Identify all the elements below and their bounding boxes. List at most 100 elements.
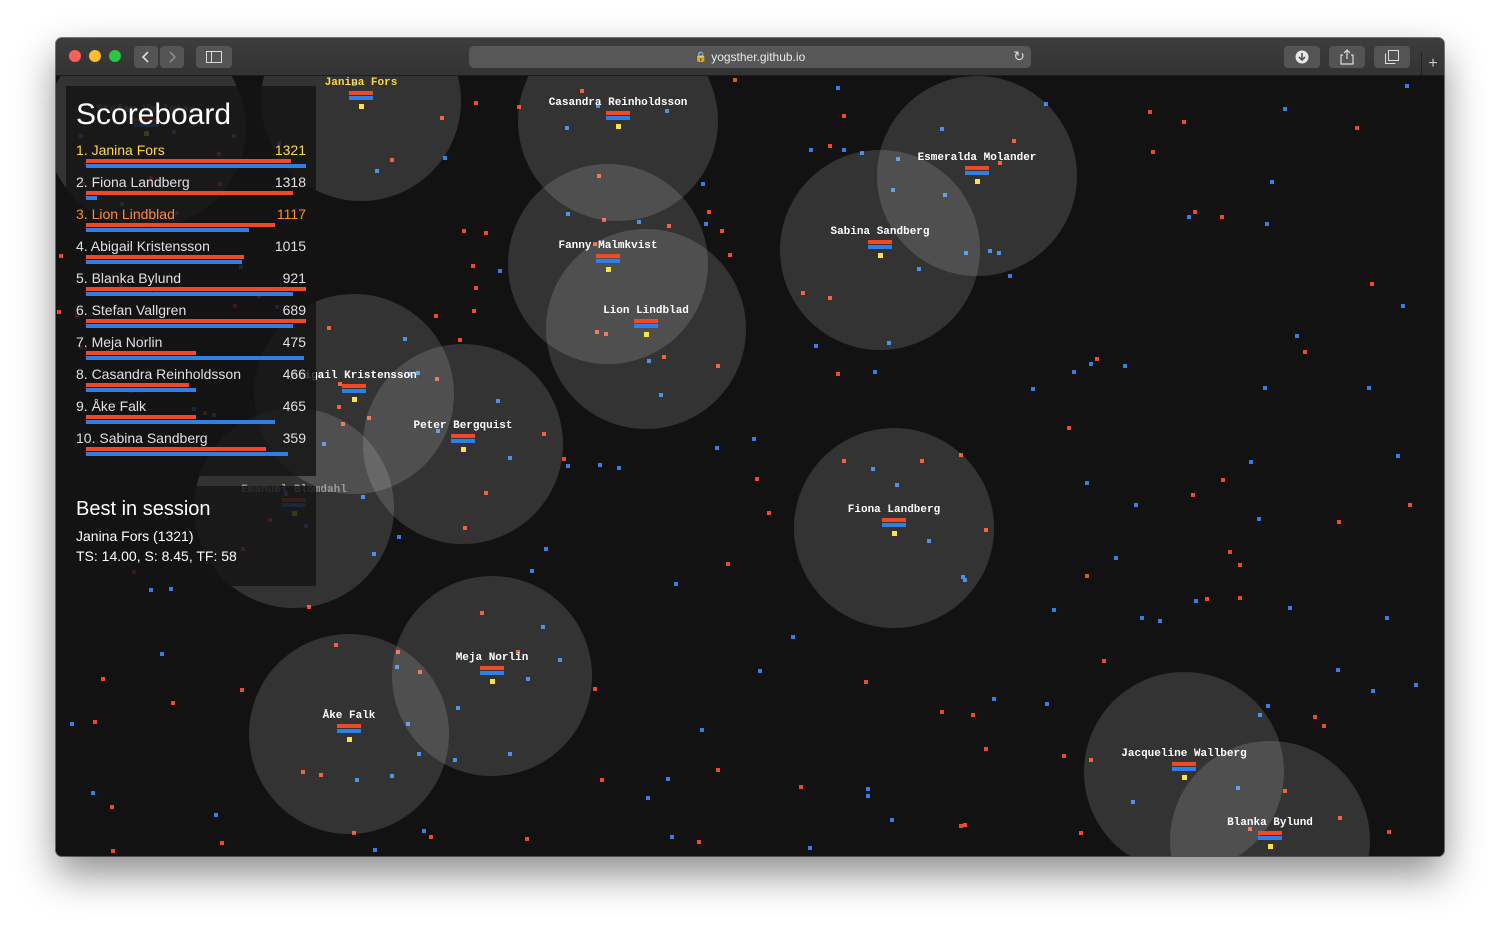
food-speck xyxy=(726,562,730,566)
food-speck xyxy=(716,768,720,772)
minimize-window-button[interactable] xyxy=(89,50,101,62)
food-speck xyxy=(1405,84,1409,88)
tabs-button[interactable] xyxy=(1374,46,1410,68)
food-speck xyxy=(149,588,153,592)
food-speck xyxy=(697,840,701,844)
score-bar-blue xyxy=(86,324,293,328)
food-speck xyxy=(1194,599,1198,603)
food-speck xyxy=(1158,619,1162,623)
share-button[interactable] xyxy=(1329,46,1365,68)
food-speck xyxy=(666,777,670,781)
scoreboard-player-score: 465 xyxy=(282,398,306,414)
sidebar-icon xyxy=(206,51,222,63)
food-speck xyxy=(617,466,621,470)
food-speck xyxy=(701,182,705,186)
lock-icon: 🔒 xyxy=(694,51,708,63)
food-speck xyxy=(544,547,548,551)
food-speck xyxy=(472,309,476,313)
score-bar-blue xyxy=(86,420,275,424)
scoreboard-player-name: 8. Casandra Reinholdsson xyxy=(76,366,241,382)
food-speck xyxy=(1008,274,1012,278)
forward-arrow-icon xyxy=(169,51,177,63)
food-speck xyxy=(755,477,759,481)
food-speck xyxy=(1102,659,1106,663)
food-speck xyxy=(707,210,711,214)
food-speck xyxy=(1414,683,1418,687)
download-button[interactable] xyxy=(1284,46,1320,68)
food-speck xyxy=(214,813,218,817)
scoreboard-player-name: 4. Abigail Kristensson xyxy=(76,238,210,254)
food-speck xyxy=(1396,454,1400,458)
food-speck xyxy=(842,114,846,118)
session-best-stats: TS: 14.00, S: 8.45, TF: 58 xyxy=(76,548,237,564)
score-bar-blue xyxy=(86,388,196,392)
food-speck xyxy=(1387,830,1391,834)
food-speck xyxy=(220,841,224,845)
score-bar-red xyxy=(86,159,291,163)
food-speck xyxy=(866,787,870,791)
food-speck xyxy=(593,687,597,691)
sidebar-button[interactable] xyxy=(196,46,232,68)
food-speck xyxy=(1085,574,1089,578)
food-speck xyxy=(836,86,840,90)
food-speck xyxy=(600,778,604,782)
food-speck xyxy=(720,229,724,233)
food-speck xyxy=(1265,222,1269,226)
food-speck xyxy=(462,229,466,233)
food-speck xyxy=(1283,107,1287,111)
food-speck xyxy=(1148,110,1152,114)
food-speck xyxy=(791,635,795,639)
food-speck xyxy=(842,148,846,152)
download-icon xyxy=(1295,50,1309,64)
score-bar-red xyxy=(86,287,306,291)
zoom-window-button[interactable] xyxy=(109,50,121,62)
food-speck xyxy=(1313,715,1317,719)
food-speck xyxy=(828,144,832,148)
scoreboard-player-name: 3. Lion Lindblad xyxy=(76,206,175,222)
score-bar-red xyxy=(86,255,244,259)
score-bar-blue xyxy=(86,164,306,168)
food-speck xyxy=(670,835,674,839)
food-speck xyxy=(1045,702,1049,706)
food-speck xyxy=(1089,362,1093,366)
food-speck xyxy=(758,669,762,673)
food-speck xyxy=(474,101,478,105)
food-speck xyxy=(1140,616,1144,620)
food-speck xyxy=(959,824,963,828)
food-speck xyxy=(767,511,771,515)
food-speck xyxy=(434,314,438,318)
scoreboard-player-name: 2. Fiona Landberg xyxy=(76,174,190,190)
forward-button[interactable] xyxy=(160,46,184,68)
food-speck xyxy=(984,747,988,751)
food-speck xyxy=(1408,503,1412,507)
back-button[interactable] xyxy=(134,46,158,68)
food-speck xyxy=(422,829,426,833)
player-name-label: Åke Falk xyxy=(323,709,376,722)
food-speck xyxy=(963,823,967,827)
scoreboard-player-name: 5. Blanka Bylund xyxy=(76,270,182,286)
reload-icon[interactable]: ↻ xyxy=(1013,48,1025,65)
food-speck xyxy=(1337,520,1341,524)
new-tab-button[interactable]: + xyxy=(1421,52,1444,75)
food-speck xyxy=(160,652,164,656)
scoreboard-player-name: 7. Meja Norlin xyxy=(76,334,163,350)
food-speck xyxy=(1288,606,1292,610)
food-speck xyxy=(530,569,534,573)
food-speck xyxy=(1228,550,1232,554)
game-canvas[interactable]: Janina Fors Casandra Reinholdsson Esmerald… xyxy=(56,76,1444,856)
browser-toolbar: 🔒 yogsther.github.io ↻ + xyxy=(56,38,1444,76)
close-window-button[interactable] xyxy=(69,50,81,62)
food-speck xyxy=(373,848,377,852)
food-speck xyxy=(101,677,105,681)
food-speck xyxy=(566,464,570,468)
address-bar[interactable]: 🔒 yogsther.github.io ↻ xyxy=(469,46,1031,68)
food-speck xyxy=(91,791,95,795)
food-speck xyxy=(1336,668,1340,672)
player-range-circle xyxy=(794,428,994,628)
food-speck xyxy=(733,78,737,82)
food-speck xyxy=(700,728,704,732)
food-speck xyxy=(1182,120,1186,124)
scoreboard-player-name: 10. Sabina Sandberg xyxy=(76,430,208,446)
food-speck xyxy=(1367,386,1371,390)
food-speck xyxy=(429,835,433,839)
